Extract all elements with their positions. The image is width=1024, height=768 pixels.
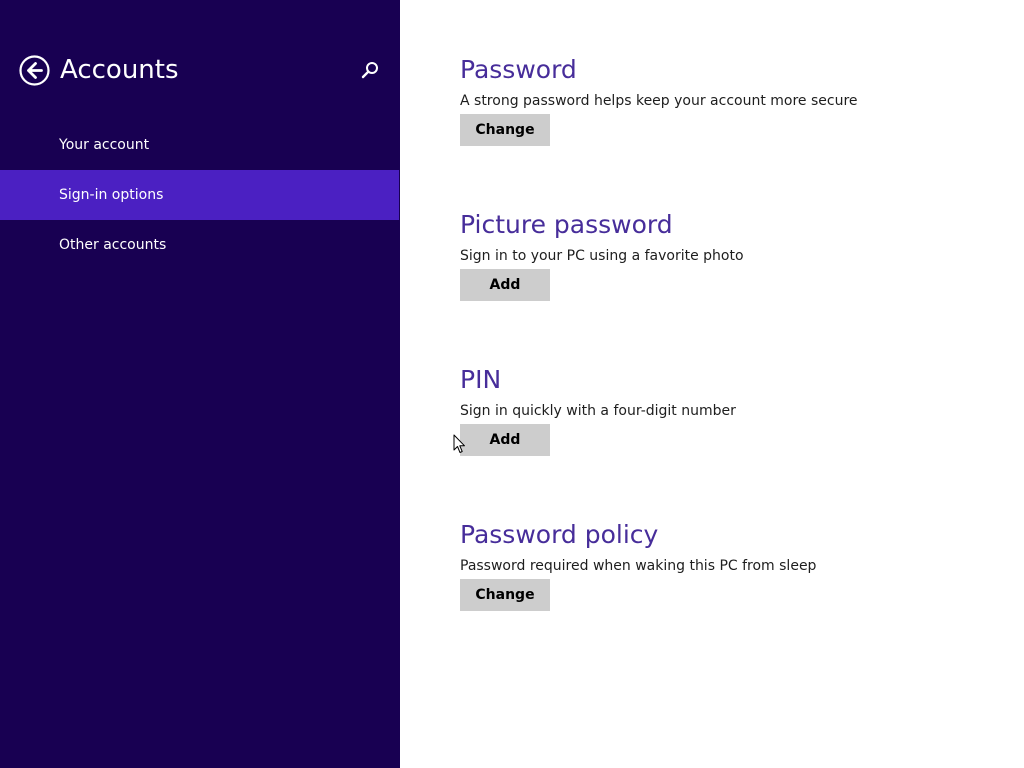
add-pin-button[interactable]: Add	[460, 424, 550, 456]
sidebar-item-label: Sign-in options	[59, 187, 164, 203]
section-title: PIN	[460, 365, 502, 394]
sidebar-item-your-account[interactable]: Your account	[0, 120, 399, 170]
sidebar-item-label: Other accounts	[59, 237, 167, 253]
pin-section: PIN Sign in quickly with a four-digit nu…	[460, 364, 736, 456]
add-picture-password-button[interactable]: Add	[460, 269, 550, 301]
sidebar-item-other-accounts[interactable]: Other accounts	[0, 220, 399, 270]
sidebar-item-sign-in-options[interactable]: Sign-in options	[0, 170, 399, 220]
section-description: Password required when waking this PC fr…	[460, 558, 817, 574]
section-description: Sign in quickly with a four-digit number	[460, 403, 736, 419]
password-section: Password A strong password helps keep yo…	[460, 54, 858, 146]
change-password-policy-button[interactable]: Change	[460, 579, 550, 611]
section-title: Password	[460, 55, 577, 84]
change-password-button[interactable]: Change	[460, 114, 550, 146]
section-title: Picture password	[460, 210, 673, 239]
sidebar-title: Accounts	[60, 55, 179, 85]
section-description: A strong password helps keep your accoun…	[460, 93, 858, 109]
section-description: Sign in to your PC using a favorite phot…	[460, 248, 744, 264]
back-arrow-circle-icon[interactable]	[19, 55, 50, 86]
picture-password-section: Picture password Sign in to your PC usin…	[460, 209, 744, 301]
password-policy-section: Password policy Password required when w…	[460, 519, 816, 611]
section-title: Password policy	[460, 520, 659, 549]
sidebar-item-label: Your account	[59, 137, 150, 153]
sidebar: Accounts Your account Sign-in options Ot…	[0, 0, 400, 768]
settings-screen: Accounts Your account Sign-in options Ot…	[0, 0, 1024, 768]
search-icon[interactable]	[360, 60, 380, 80]
